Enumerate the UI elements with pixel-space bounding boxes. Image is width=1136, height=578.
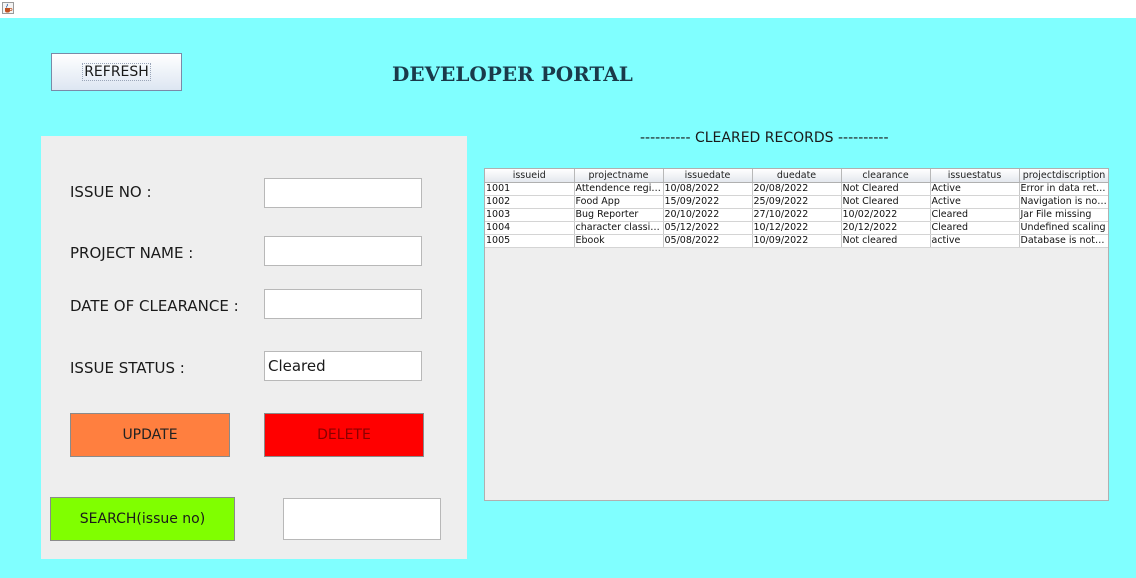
column-header[interactable]: issueid — [485, 169, 575, 183]
records-table-scrollpane[interactable]: issueid projectname issuedate duedate cl… — [484, 168, 1109, 501]
issue-no-field[interactable] — [264, 178, 422, 208]
table-cell[interactable]: Not Cleared — [841, 182, 931, 196]
refresh-button[interactable]: REFRESH — [51, 53, 182, 91]
table-row[interactable]: 1004 character classifier 05/12/2022 10/… — [485, 221, 1108, 235]
column-header[interactable]: issuedate — [663, 169, 753, 183]
developer-portal-window: REFRESH DEVELOPER PORTAL ISSUE NO : PROJ… — [0, 18, 1136, 578]
table-cell[interactable]: active — [930, 234, 1020, 248]
column-header[interactable]: projectdiscription — [1019, 169, 1108, 183]
table-cell[interactable]: Ebook — [574, 234, 664, 248]
table-cell[interactable]: 20/08/2022 — [752, 182, 842, 196]
update-button[interactable]: UPDATE — [70, 413, 230, 457]
search-button[interactable]: SEARCH(issue no) — [50, 497, 235, 541]
issue-status-field[interactable] — [264, 351, 422, 381]
table-cell[interactable]: Active — [930, 195, 1020, 209]
table-cell[interactable]: Navigation is not ... — [1019, 195, 1108, 209]
table-cell[interactable]: 10/02/2022 — [841, 208, 931, 222]
delete-button[interactable]: DELETE — [264, 413, 424, 457]
search-issue-no-field[interactable] — [283, 498, 441, 540]
issue-form-panel: ISSUE NO : PROJECT NAME : DATE OF CLEARA… — [41, 136, 467, 559]
table-cell[interactable]: 1002 — [485, 195, 575, 209]
column-header[interactable]: clearance — [841, 169, 931, 183]
table-row[interactable]: 1005 Ebook 05/08/2022 10/09/2022 Not cle… — [485, 234, 1108, 248]
table-cell[interactable]: 10/09/2022 — [752, 234, 842, 248]
table-cell[interactable]: Database is not w... — [1019, 234, 1108, 248]
table-cell[interactable]: Active — [930, 182, 1020, 196]
java-cup-icon — [2, 2, 14, 14]
table-cell[interactable]: 1004 — [485, 221, 575, 235]
date-of-clearance-label: DATE OF CLEARANCE : — [70, 297, 239, 315]
table-cell[interactable]: 1005 — [485, 234, 575, 248]
table-cell[interactable]: Attendence registr... — [574, 182, 664, 196]
table-row[interactable]: 1001 Attendence registr... 10/08/2022 20… — [485, 182, 1108, 196]
column-header[interactable]: issuestatus — [930, 169, 1020, 183]
table-cell[interactable]: 1001 — [485, 182, 575, 196]
table-cell[interactable]: Food App — [574, 195, 664, 209]
window-titlebar — [0, 0, 1136, 18]
table-cell[interactable]: 10/12/2022 — [752, 221, 842, 235]
table-cell[interactable]: 05/08/2022 — [663, 234, 753, 248]
table-cell[interactable]: Not Cleared — [841, 195, 931, 209]
column-header[interactable]: projectname — [574, 169, 664, 183]
cleared-records-heading: ---------- CLEARED RECORDS ---------- — [640, 130, 889, 146]
table-row[interactable]: 1002 Food App 15/09/2022 25/09/2022 Not … — [485, 195, 1108, 209]
table-cell[interactable]: Cleared — [930, 208, 1020, 222]
column-header[interactable]: duedate — [752, 169, 842, 183]
table-cell[interactable]: 05/12/2022 — [663, 221, 753, 235]
issue-no-label: ISSUE NO : — [70, 183, 152, 201]
table-cell[interactable]: Cleared — [930, 221, 1020, 235]
table-cell[interactable]: Undefined scaling — [1019, 221, 1108, 235]
table-cell[interactable]: 1003 — [485, 208, 575, 222]
table-cell[interactable]: Jar File missing — [1019, 208, 1108, 222]
table-cell[interactable]: 20/10/2022 — [663, 208, 753, 222]
refresh-button-label: REFRESH — [82, 63, 151, 81]
table-cell[interactable]: 27/10/2022 — [752, 208, 842, 222]
project-name-label: PROJECT NAME : — [70, 244, 194, 262]
table-cell[interactable]: 10/08/2022 — [663, 182, 753, 196]
table-cell[interactable]: Bug Reporter — [574, 208, 664, 222]
table-cell[interactable]: Error in data reteri... — [1019, 182, 1108, 196]
table-cell[interactable]: character classifier — [574, 221, 664, 235]
records-table: issueid projectname issuedate duedate cl… — [485, 169, 1108, 248]
table-row[interactable]: 1003 Bug Reporter 20/10/2022 27/10/2022 … — [485, 208, 1108, 222]
project-name-field[interactable] — [264, 236, 422, 266]
table-cell[interactable]: Not cleared — [841, 234, 931, 248]
table-cell[interactable]: 15/09/2022 — [663, 195, 753, 209]
page-title: DEVELOPER PORTAL — [392, 62, 633, 86]
issue-status-label: ISSUE STATUS : — [70, 359, 185, 377]
table-cell[interactable]: 25/09/2022 — [752, 195, 842, 209]
date-of-clearance-field[interactable] — [264, 289, 422, 319]
table-cell[interactable]: 20/12/2022 — [841, 221, 931, 235]
table-header-row: issueid projectname issuedate duedate cl… — [485, 169, 1108, 183]
